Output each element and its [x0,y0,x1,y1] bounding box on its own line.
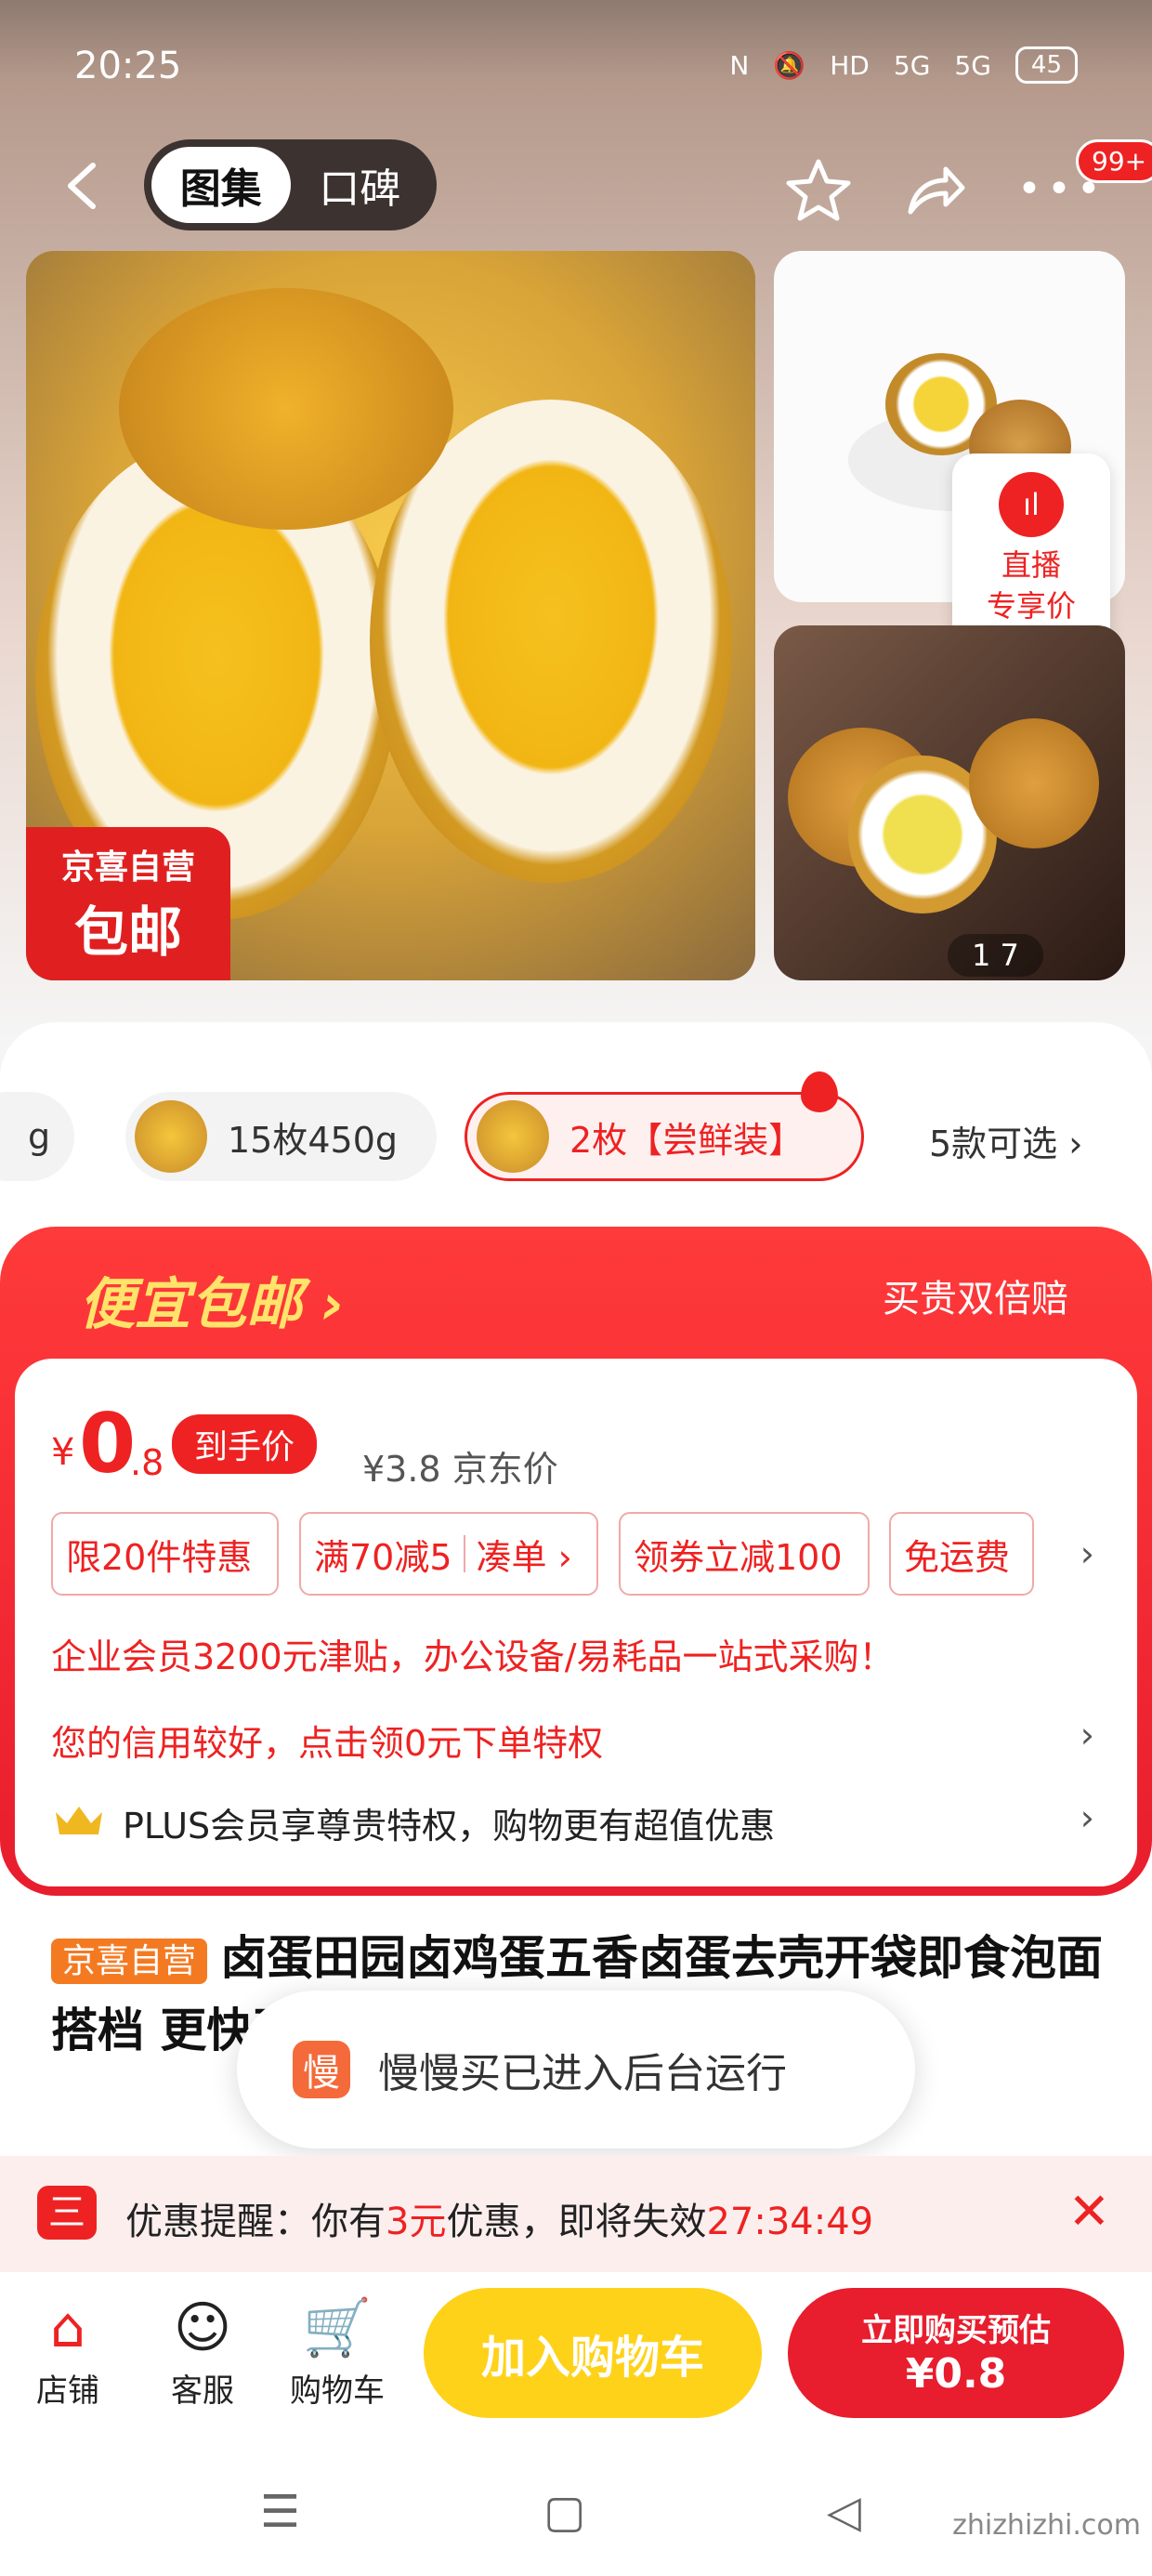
service-button[interactable]: ☺ 客服 [142,2291,263,2411]
reminder-amount: 3元 [386,2201,447,2243]
home-icon[interactable]: ▢ [543,2486,585,2538]
mute-icon: 🔕 [773,49,806,81]
store-label: 店铺 [36,2372,99,2410]
tab-reviews[interactable]: 口碑 [291,155,430,215]
view-tabs: 图集 口碑 [144,139,437,230]
reminder-suffix: 优惠，即将失效 [446,2201,707,2243]
share-icon[interactable] [901,156,968,223]
promo-headline[interactable]: 便宜包邮 › [79,1259,345,1340]
jx-badge: 京喜自营 [51,1939,208,1984]
status-icons: N 🔕 HD 5G 5G 45 [729,46,1078,84]
live-icon: ıl [999,472,1064,537]
tag-discount-label: 满70减5 [314,1536,452,1578]
variant-chip-15[interactable]: 15枚450g [125,1092,437,1181]
service-icon: ☺ [173,2295,232,2360]
nfc-icon: N [729,49,750,81]
variant-chip-15-label: 15枚450g [228,1119,399,1161]
status-time: 20:25 [74,45,182,87]
reminder-countdown: 27:34:49 [706,2201,874,2243]
variant-chip-partial[interactable]: g [0,1092,74,1181]
signal-icon: 5G [893,49,931,81]
live-label-1: 直播 [1001,547,1061,583]
price-currency: ¥ [51,1431,75,1474]
watermark: zhizhizhi.com [952,2509,1141,2542]
message-badge: 99+ [1076,139,1152,183]
buy-now-price: ¥0.8 [905,2350,1007,2398]
price-integer: 0 [79,1396,137,1492]
tags-more-icon[interactable]: › [1080,1533,1094,1574]
egg-thumb-icon [135,1100,207,1173]
reminder-icon: 三 [37,2186,97,2240]
self-badge-line2: 包邮 [73,900,182,964]
variant-chip-2-label: 2枚【尝鲜装】 [569,1119,805,1161]
crown-icon [54,1805,104,1836]
coupon-reminder-bar[interactable]: 三 优惠提醒：你有3元优惠，即将失效27:34:49 ✕ [0,2156,1152,2272]
egg-back [119,288,453,530]
tag-limited-offer[interactable]: 限20件特惠 [51,1512,279,1596]
variant-chip-partial-label: g [28,1116,51,1157]
thumbnail-2[interactable] [774,625,1125,980]
service-label: 客服 [171,2372,234,2410]
price-decimal: .8 [130,1442,164,1483]
tag-discount[interactable]: 满70减5 凑单 › [299,1512,598,1596]
menu-icon[interactable]: ☰ [260,2486,300,2538]
tag-coupon[interactable]: 领券立减100 [619,1512,870,1596]
hot-flame-icon [801,1071,838,1112]
back-icon[interactable] [56,158,111,214]
jd-price: ¥3.8 京东价 [362,1449,558,1490]
back-nav-icon[interactable]: ◁ [827,2486,861,2538]
battery-icon: 45 [1015,46,1078,84]
tag-add-items: 凑单 › [476,1536,572,1578]
favorite-star-icon[interactable] [785,156,852,223]
self-badge-line1: 京喜自营 [60,848,195,887]
thumb2-egg-3 [969,718,1099,848]
variants-more-link[interactable]: 5款可选 › [929,1115,1082,1166]
cart-button[interactable]: 🛒 购物车 [277,2291,398,2411]
plus-chevron-icon: › [1080,1797,1094,1838]
status-bar: 20:25 N 🔕 HD 5G 5G 45 [0,0,1152,139]
tag-divider [463,1535,465,1572]
enterprise-promo[interactable]: 企业会员3200元津贴，办公设备/易耗品一站式采购！ [51,1628,895,1679]
signal-icon-2: 5G [954,49,991,81]
top-nav: 图集 口碑 ••• 99+ [0,139,1152,232]
hd-icon: HD [830,49,870,81]
tab-gallery[interactable]: 图集 [151,147,291,223]
tag-free-shipping[interactable]: 免运费 [889,1512,1034,1596]
live-label-2: 专享价 [986,588,1076,624]
store-icon: ⌂ [49,2295,86,2360]
buy-now-button[interactable]: 立即购买预估 ¥0.8 [788,2288,1124,2418]
cart-icon: 🛒 [302,2295,373,2360]
price-guarantee[interactable]: 买贵双倍赔 [883,1268,1068,1322]
reminder-text: 优惠提醒：你有3元优惠，即将失效27:34:49 [125,2191,873,2245]
bottom-action-bar: ⌂ 店铺 ☺ 客服 🛒 购物车 加入购物车 立即购买预估 ¥0.8 [0,2272,1152,2449]
reminder-prefix: 优惠提醒：你有 [125,2201,386,2243]
background-toast: 慢 慢慢买已进入后台运行 [237,1991,915,2149]
credit-chevron-icon: › [1080,1715,1094,1755]
gallery-pager: 1 7 [948,934,1043,977]
final-price-label: 到手价 [172,1414,318,1474]
close-icon[interactable]: ✕ [1068,2182,1110,2241]
buy-now-label: 立即购买预估 [861,2312,1051,2349]
app-logo-icon: 慢 [293,2041,350,2098]
store-button[interactable]: ⌂ 店铺 [7,2291,128,2411]
self-operated-badge: 京喜自营 包邮 [26,827,230,980]
toast-text: 慢慢买已进入后台运行 [378,2050,787,2097]
egg-thumb-icon-2 [477,1100,549,1173]
cart-label: 购物车 [290,2372,385,2410]
credit-promo[interactable]: 您的信用较好，点击领0元下单特权 [51,1715,603,1766]
plus-promo[interactable]: PLUS会员享尊贵特权，购物更有超值优惠 [123,1797,775,1848]
add-to-cart-button[interactable]: 加入购物车 [424,2288,762,2418]
